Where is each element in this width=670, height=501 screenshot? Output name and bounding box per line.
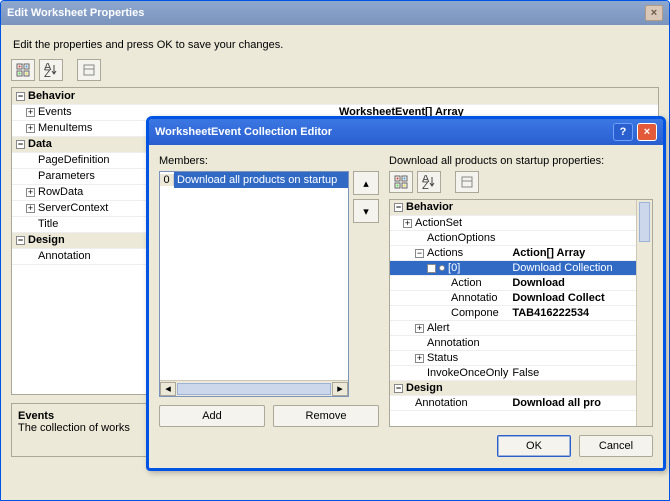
scroll-thumb[interactable]	[639, 202, 650, 242]
outer-titlebar[interactable]: Edit Worksheet Properties ×	[1, 1, 669, 25]
expand-icon[interactable]: +	[26, 204, 35, 213]
inner-title-text: WorksheetEvent Collection Editor	[155, 126, 332, 138]
property-row[interactable]: AnnotatioDownload Collect	[390, 290, 636, 305]
add-button[interactable]: Add	[159, 405, 265, 427]
categorized-icon	[394, 175, 408, 189]
property-pages-button[interactable]	[455, 171, 479, 193]
arrow-down-icon: ▾	[363, 205, 369, 218]
instruction-text: Edit the properties and press OK to save…	[13, 39, 659, 51]
close-icon: ×	[644, 126, 650, 138]
inner-toolbar: AZ	[389, 171, 653, 193]
property-row[interactable]: AnnotationDownload all pro	[390, 395, 636, 410]
arrow-up-icon: ▴	[363, 177, 369, 190]
move-up-button[interactable]: ▴	[353, 171, 379, 195]
property-row[interactable]: InvokeOnceOnlyFalse	[390, 365, 636, 380]
list-item[interactable]: 0Download all products on startup	[160, 172, 348, 188]
inner-close-button[interactable]: ×	[637, 123, 657, 141]
svg-text:Z: Z	[44, 68, 51, 77]
property-category[interactable]: −Design	[390, 380, 636, 395]
expand-icon[interactable]: −	[427, 264, 436, 273]
collapse-icon[interactable]: −	[16, 92, 25, 101]
scroll-right-button[interactable]: ▸	[332, 382, 348, 396]
alphabetical-view-button[interactable]: AZ	[417, 171, 441, 193]
expand-icon[interactable]: −	[415, 249, 424, 258]
property-row[interactable]: ActionDownload	[390, 275, 636, 290]
members-label: Members:	[159, 155, 379, 167]
collapse-icon[interactable]: −	[16, 140, 25, 149]
property-row[interactable]: +ActionSet	[390, 215, 636, 230]
property-pages-icon	[82, 63, 96, 77]
members-listbox[interactable]: 0Download all products on startup ◂ ▸	[159, 171, 349, 397]
properties-label: Download all products on startup propert…	[389, 155, 653, 167]
members-horizontal-scrollbar[interactable]: ◂ ▸	[160, 380, 348, 396]
chevron-right-icon: ▸	[337, 382, 343, 395]
scroll-thumb[interactable]	[177, 383, 331, 395]
property-row[interactable]: ComponeTAB416222534	[390, 305, 636, 320]
sort-az-icon: AZ	[44, 63, 58, 77]
outer-close-button[interactable]: ×	[645, 5, 663, 21]
close-icon: ×	[651, 7, 657, 19]
property-row[interactable]: +Status	[390, 350, 636, 365]
list-item-index: 0	[160, 174, 174, 186]
property-row[interactable]: ActionOptions	[390, 230, 636, 245]
sort-az-icon: AZ	[422, 175, 436, 189]
collection-editor-dialog: WorksheetEvent Collection Editor ? × Mem…	[146, 116, 666, 471]
outer-toolbar: AZ	[11, 59, 659, 81]
property-row[interactable]: +Alert	[390, 320, 636, 335]
property-pages-button[interactable]	[77, 59, 101, 81]
list-item-label: Download all products on startup	[174, 172, 348, 188]
expand-icon[interactable]: +	[415, 324, 424, 333]
property-row[interactable]: − [0]Download Collection	[390, 260, 636, 275]
svg-text:Z: Z	[422, 180, 429, 189]
categorized-icon	[16, 63, 30, 77]
property-category[interactable]: −Behavior	[390, 200, 636, 215]
property-row[interactable]: Annotation	[390, 335, 636, 350]
scroll-left-button[interactable]: ◂	[160, 382, 176, 396]
expand-icon[interactable]: +	[26, 124, 35, 133]
collapse-icon[interactable]: −	[394, 203, 403, 212]
expand-icon[interactable]: +	[415, 354, 424, 363]
cancel-button[interactable]: Cancel	[579, 435, 653, 457]
property-category[interactable]: −Behavior	[12, 88, 658, 104]
property-row[interactable]: −ActionsAction[] Array	[390, 245, 636, 260]
move-down-button[interactable]: ▾	[353, 199, 379, 223]
collapse-icon[interactable]: −	[16, 236, 25, 245]
outer-title-text: Edit Worksheet Properties	[7, 7, 144, 19]
inner-titlebar[interactable]: WorksheetEvent Collection Editor ? ×	[149, 119, 663, 145]
expand-icon[interactable]: +	[26, 188, 35, 197]
collapse-icon[interactable]: −	[394, 384, 403, 393]
remove-button[interactable]: Remove	[273, 405, 379, 427]
categorized-view-button[interactable]	[389, 171, 413, 193]
chevron-left-icon: ◂	[165, 382, 171, 395]
inner-property-grid[interactable]: −Behavior+ActionSetActionOptions−Actions…	[389, 199, 653, 427]
expand-icon[interactable]: +	[26, 108, 35, 117]
help-icon: ?	[620, 126, 627, 138]
categorized-view-button[interactable]	[11, 59, 35, 81]
property-pages-icon	[460, 175, 474, 189]
ok-button[interactable]: OK	[497, 435, 571, 457]
expand-icon[interactable]: +	[403, 219, 412, 228]
inner-vertical-scrollbar[interactable]	[636, 200, 652, 426]
help-button[interactable]: ?	[613, 123, 633, 141]
alphabetical-view-button[interactable]: AZ	[39, 59, 63, 81]
